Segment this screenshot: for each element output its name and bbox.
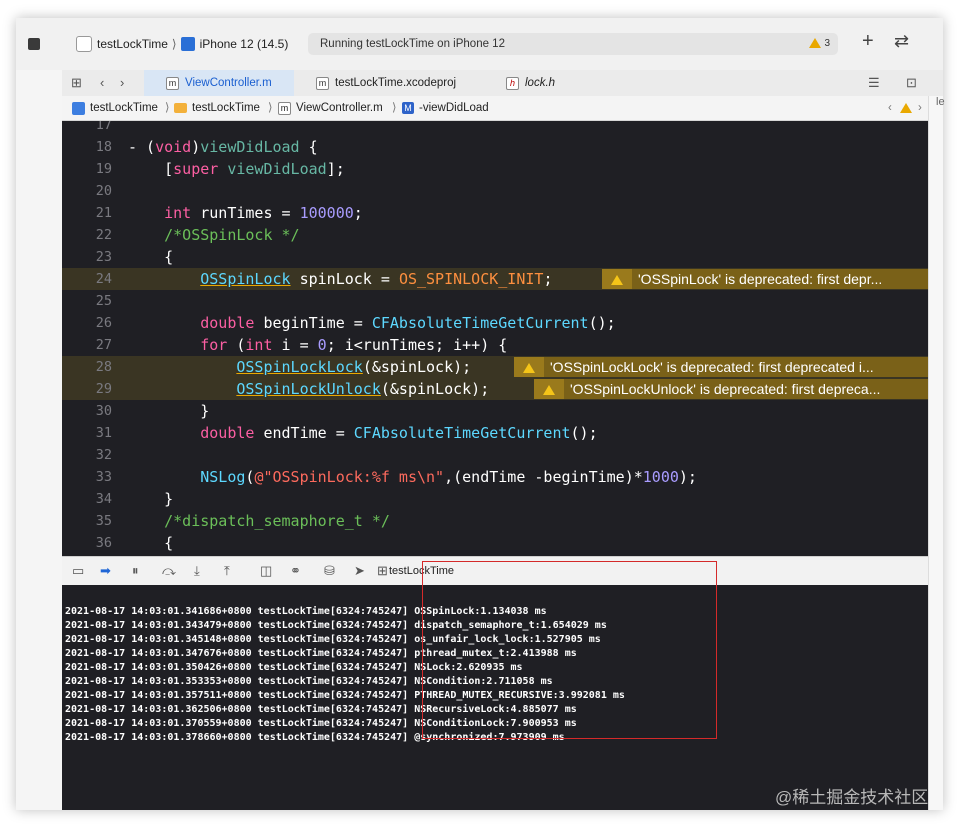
chevron-right-icon: ⟩	[171, 37, 177, 51]
jump-group[interactable]: testLockTime	[174, 96, 260, 120]
warning-icon	[611, 275, 623, 286]
code-editor[interactable]: 17 18- (void)viewDidLoad { 19 [super vie…	[62, 121, 928, 556]
code-line-warning: 29 OSSpinLockUnlock(&spinLock); 'OSSpinL…	[62, 378, 928, 400]
code-line: 26 double beginTime = CFAbsoluteTimeGetC…	[95, 314, 616, 332]
forward-icon[interactable]: ›	[120, 75, 124, 90]
code-line: 18- (void)viewDidLoad {	[95, 138, 318, 156]
activity-text: Running testLockTime on iPhone 12	[320, 38, 505, 50]
breakpoints-icon[interactable]: ➡	[100, 563, 111, 579]
deprecation-warning[interactable]: 'OSSpinLockUnlock' is deprecated: first …	[534, 379, 928, 399]
highlight-box	[422, 561, 717, 739]
warning-icon	[543, 385, 555, 396]
deprecation-warning[interactable]: 'OSSpinLockLock' is deprecated: first de…	[514, 357, 928, 377]
code-line: 32	[95, 447, 112, 463]
swap-icon[interactable]: ⇄	[894, 31, 909, 52]
adjust-editor-icon[interactable]: ☰	[868, 75, 880, 91]
pause-icon[interactable]: ⏸	[132, 563, 139, 579]
jump-file[interactable]: m ViewController.m	[278, 96, 383, 120]
tab-viewcontroller[interactable]: m ViewController.m	[144, 70, 294, 96]
hide-debug-area-icon[interactable]: ▭	[72, 563, 84, 579]
step-over-icon[interactable]: ⤼	[162, 563, 176, 579]
location-icon[interactable]: ➤	[354, 563, 365, 579]
warning-icon	[523, 363, 535, 374]
code-line: 33 NSLog(@"OSSpinLock:%f ms\n",(endTime …	[95, 468, 697, 486]
folder-icon	[174, 103, 187, 113]
step-into-icon[interactable]: ⤓	[194, 563, 200, 579]
tab-bar: ● ▤ ⊞ ‹ › mViewController.m mtestLockTim…	[16, 70, 943, 97]
watermark: @稀土掘金技术社区	[775, 788, 929, 807]
jump-bar: testLockTime ⟩ testLockTime ⟩ m ViewContr…	[62, 96, 928, 121]
stop-button[interactable]	[28, 38, 40, 50]
chevron-right-icon: ⟩	[268, 102, 273, 114]
chevron-right-icon: ⟩	[165, 102, 170, 114]
view-hierarchy-icon[interactable]: ◫	[260, 563, 272, 579]
navigator-strip	[16, 70, 62, 810]
environment-icon[interactable]: ⛁	[324, 563, 335, 579]
add-icon[interactable]: +	[862, 30, 874, 53]
warning-icon	[809, 38, 822, 49]
next-issue-icon[interactable]: ›	[918, 96, 922, 120]
back-icon[interactable]: ‹	[100, 75, 104, 90]
app-icon	[76, 36, 92, 52]
toolbar: testLockTime ⟩ iPhone 12 (14.5) Running …	[16, 18, 943, 71]
warning-count[interactable]: 3	[809, 33, 830, 55]
project-icon	[72, 101, 85, 115]
m-file-icon: m	[278, 101, 291, 115]
tab-lock-h[interactable]: h lock.h	[506, 70, 555, 96]
inspector-snippet: le	[936, 96, 945, 108]
code-line: 36 {	[95, 534, 174, 552]
code-line: 35 /*dispatch_semaphore_t */	[95, 512, 390, 530]
code-line: 31 double endTime = CFAbsoluteTimeGetCur…	[95, 424, 598, 442]
code-line: 22 /*OSSpinLock */	[95, 226, 300, 244]
code-line: 17	[95, 121, 112, 133]
prev-issue-icon[interactable]: ‹	[888, 96, 892, 120]
scheme-target: testLockTime	[97, 37, 168, 51]
code-line: 20	[95, 183, 112, 199]
code-line: 23 {	[95, 248, 174, 266]
add-editor-icon[interactable]: ⊡	[906, 75, 917, 91]
code-line: 27 for (int i = 0; i<runTimes; i++) {	[95, 336, 508, 354]
memory-graph-icon[interactable]: ⚭	[290, 563, 301, 579]
tab-xcodeproj[interactable]: m testLockTime.xcodeproj	[316, 70, 456, 96]
deprecation-warning[interactable]: 'OSSpinLock' is deprecated: first depr..…	[602, 269, 928, 289]
code-line: 25	[95, 293, 112, 309]
device-name: iPhone 12 (14.5)	[199, 37, 289, 51]
step-out-icon[interactable]: ⤒	[224, 563, 230, 579]
activity-view: Running testLockTime on iPhone 12 3	[308, 33, 838, 55]
code-line-warning: 28 OSSpinLockLock(&spinLock); 'OSSpinLoc…	[62, 356, 928, 378]
code-line: 21 int runTimes = 100000;	[95, 204, 363, 222]
code-line: 19 [super viewDidLoad];	[95, 160, 345, 178]
chevron-right-icon: ⟩	[392, 102, 397, 114]
inspector-strip	[928, 96, 943, 810]
code-line-warning: 24 OSSpinLock spinLock = OS_SPINLOCK_INI…	[62, 268, 928, 290]
code-line: 30 }	[95, 402, 210, 420]
scheme-selector[interactable]: testLockTime ⟩ iPhone 12 (14.5)	[76, 34, 288, 54]
device-icon	[180, 37, 195, 51]
jump-project[interactable]: testLockTime	[72, 96, 158, 120]
grid-icon[interactable]: ⊞	[71, 75, 82, 91]
code-line: 34 }	[95, 490, 174, 508]
target-grid-icon: ⊞	[377, 563, 388, 578]
jump-symbol[interactable]: M -viewDidLoad	[402, 96, 489, 120]
issue-warning-icon[interactable]	[900, 96, 915, 120]
